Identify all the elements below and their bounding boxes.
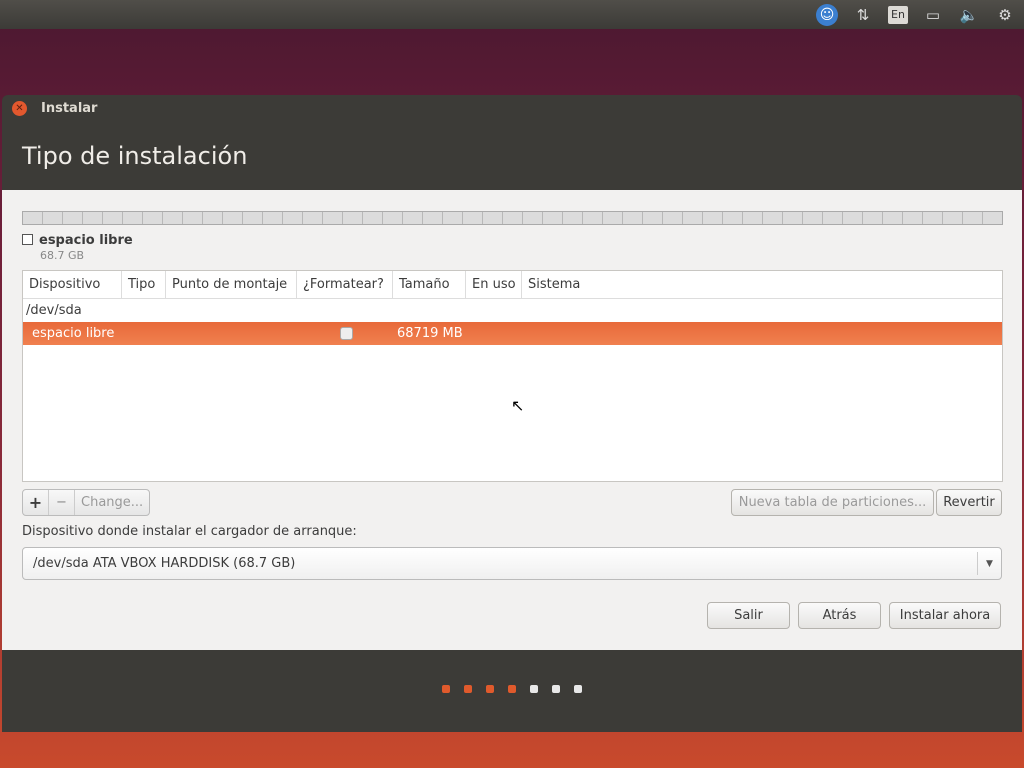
top-panel: ☺ ⇅ En ▭ 🔈 ⚙ [0, 0, 1024, 29]
chevron-down-icon[interactable]: ▼ [977, 552, 1001, 575]
progress-dot-pending [552, 685, 560, 693]
col-device[interactable]: Dispositivo [23, 271, 122, 298]
col-used[interactable]: En uso [466, 271, 522, 298]
device-name: /dev/sda [26, 303, 82, 318]
install-now-button[interactable]: Instalar ahora [889, 602, 1001, 629]
bootloader-device-select[interactable]: /dev/sda ATA VBOX HARDDISK (68.7 GB) ▼ [22, 547, 1002, 580]
progress-dots [2, 685, 1022, 693]
progress-dot-done [442, 685, 450, 693]
col-type[interactable]: Tipo [122, 271, 166, 298]
legend-size: 68.7 GB [40, 249, 85, 262]
device-row[interactable]: /dev/sda [23, 299, 1002, 322]
disk-legend: espacio libre 68.7 GB [22, 233, 133, 263]
progress-dot-pending [574, 685, 582, 693]
progress-dot-done [464, 685, 472, 693]
mouse-cursor-icon: ↖ [511, 396, 525, 415]
new-partition-table-button[interactable]: Nueva tabla de particiones... [731, 489, 934, 516]
col-system[interactable]: Sistema [522, 271, 586, 298]
col-mount[interactable]: Punto de montaje [166, 271, 297, 298]
table-header: Dispositivo Tipo Punto de montaje ¿Forma… [23, 271, 1002, 299]
remove-partition-button[interactable]: − [49, 490, 75, 515]
partition-tools: + − Change... [22, 489, 151, 516]
row-size: 68719 MB [397, 326, 463, 341]
partition-table[interactable]: Dispositivo Tipo Punto de montaje ¿Forma… [22, 270, 1003, 482]
page-title: Tipo de instalación [22, 142, 248, 170]
back-button[interactable]: Atrás [798, 602, 881, 629]
format-checkbox[interactable] [340, 327, 353, 340]
bootloader-label: Dispositivo donde instalar el cargador d… [22, 524, 357, 539]
window-title: Instalar [41, 101, 98, 116]
settings-gear-icon[interactable]: ⚙ [994, 4, 1016, 26]
network-icon[interactable]: ⇅ [852, 4, 874, 26]
progress-dot-done [486, 685, 494, 693]
battery-icon[interactable]: ▭ [922, 4, 944, 26]
free-space-swatch [22, 234, 33, 245]
row-device: espacio libre [32, 326, 115, 341]
disk-usage-bar [22, 211, 1003, 225]
revert-button[interactable]: Revertir [936, 489, 1002, 516]
table-row[interactable]: espacio libre 68719 MB [23, 322, 1002, 345]
progress-dot-pending [530, 685, 538, 693]
quit-button[interactable]: Salir [707, 602, 790, 629]
title-bar: ✕ Instalar [2, 95, 1022, 122]
keyboard-language-indicator[interactable]: En [888, 5, 908, 24]
legend-label: espacio libre [39, 233, 133, 248]
col-size[interactable]: Tamaño [393, 271, 466, 298]
col-format[interactable]: ¿Formatear? [297, 271, 393, 298]
add-partition-button[interactable]: + [23, 490, 49, 515]
accessibility-icon[interactable]: ☺ [816, 3, 838, 26]
change-partition-button[interactable]: Change... [75, 490, 149, 515]
bootloader-value: /dev/sda ATA VBOX HARDDISK (68.7 GB) [33, 556, 296, 571]
progress-dot-done [508, 685, 516, 693]
volume-icon[interactable]: 🔈 [958, 4, 980, 26]
close-icon[interactable]: ✕ [12, 101, 27, 116]
